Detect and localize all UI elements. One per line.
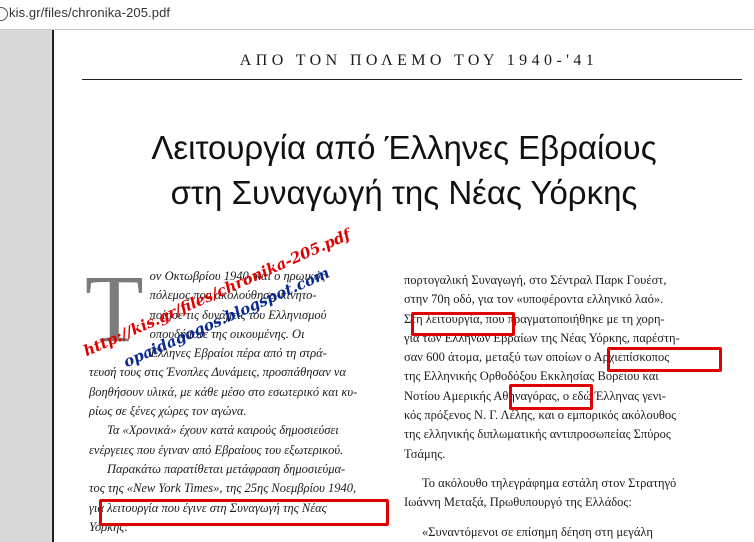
text-line: Τσάμης.: [404, 446, 446, 461]
highlight-box-liturgy-left: [99, 499, 389, 526]
text-line: Ιωάννη Μεταξά, Πρωθυπουργό της Ελλάδος:: [404, 495, 632, 510]
text-line: Παρακάτω παρατίθεται μετάφραση δημοσιεύμ…: [107, 461, 346, 476]
highlight-box-athenagoras: [509, 384, 593, 410]
text-line: «Συναντόμενοι σε επίσημη δέηση στη μεγάλ…: [422, 524, 653, 539]
text-line: πορτογαλική Συναγωγή, στο Σέντραλ Παρκ Γ…: [404, 273, 667, 287]
right-paragraph-3: «Συναντόμενοι σε επίσημη δέηση στη μεγάλ…: [404, 523, 715, 542]
pdf-page: ΑΠΟ ΤΟΝ ΠΟΛΕΜΟ ΤΟΥ 1940-'41 Λειτουργία α…: [52, 30, 754, 542]
title-line-1: Λειτουργία από Έλληνες Εβραίους: [151, 129, 657, 166]
title-line-2: στη Συναγωγή της Νέας Υόρκης: [170, 174, 638, 211]
header-rule: [82, 79, 742, 80]
url-text[interactable]: kis.gr/files/chronika-205.pdf: [9, 5, 170, 20]
text-line: ενέργειες που έγιναν από Εβραίους του εξ…: [89, 442, 344, 457]
text-line: της ελληνικής διπλωματικής αντιπροσωπεία…: [404, 427, 671, 442]
text-line: στην 70η οδό, για τον «υποφέροντα ελληνι…: [404, 292, 664, 307]
address-bar[interactable]: kis.gr/files/chronika-205.pdf: [0, 0, 754, 30]
text-line: κός πρόξενος Ν. Γ. Λέλης, και ο εμπορικό…: [404, 408, 677, 423]
running-head: ΑΠΟ ΤΟΝ ΠΟΛΕΜΟ ΤΟΥ 1940-'41: [239, 52, 599, 69]
site-info-icon[interactable]: [0, 7, 8, 21]
text-line: τος της «New York Times», της 25ης Νοεμβ…: [89, 481, 357, 496]
text-line: ρίως σε ξένες χώρες τον αγώνα.: [89, 404, 247, 419]
right-paragraph-2: Το ακόλουθο τηλεγράφημα εστάλη στον Στρα…: [404, 474, 715, 513]
article-title: Λειτουργία από Έλληνες Εβραίους στη Συνα…: [114, 125, 694, 215]
text-line: Το ακόλουθο τηλεγράφημα εστάλη στον Στρα…: [422, 475, 677, 490]
highlight-box-archbishop: [607, 347, 722, 372]
left-paragraph-2: Τα «Χρονικά» έχουν κατά καιρούς δημοσιεύ…: [89, 421, 394, 460]
text-line: Τα «Χρονικά» έχουν κατά καιρούς δημοσιεύ…: [107, 423, 339, 438]
pdf-viewer[interactable]: ΑΠΟ ΤΟΝ ΠΟΛΕΜΟ ΤΟΥ 1940-'41 Λειτουργία α…: [0, 30, 754, 542]
highlight-box-liturgy-right: [411, 312, 515, 336]
text-line: βοηθήσουν υλικά, με κάθε μέσο στο εσωτερ…: [89, 384, 358, 399]
